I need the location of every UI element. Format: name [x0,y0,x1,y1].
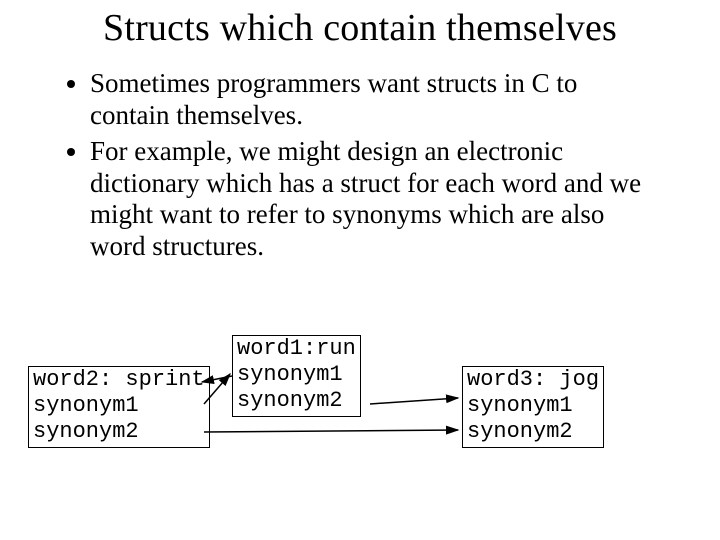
arrow-icon [370,398,458,404]
struct-field: synonym1 [467,393,599,419]
slide-title: Structs which contain themselves [0,6,720,50]
slide: Structs which contain themselves Sometim… [0,0,720,540]
struct-field: word3: jog [467,367,599,393]
arrow-icon [204,430,458,432]
struct-field: synonym2 [467,419,599,445]
struct-box-word3: word3: jog synonym1 synonym2 [462,366,604,448]
struct-field: synonym1 [33,393,205,419]
bullet-item: For example, we might design an electron… [90,136,662,263]
struct-field: synonym1 [237,362,356,388]
struct-field: synonym2 [237,388,356,414]
struct-box-word1: word1:run synonym1 synonym2 [232,335,361,417]
struct-field: synonym2 [33,419,205,445]
bullet-list: Sometimes programmers want structs in C … [62,68,662,267]
bullet-item: Sometimes programmers want structs in C … [90,68,662,132]
struct-box-word2: word2: sprint synonym1 synonym2 [28,366,210,448]
struct-field: word1:run [237,336,356,362]
struct-field: word2: sprint [33,367,205,393]
